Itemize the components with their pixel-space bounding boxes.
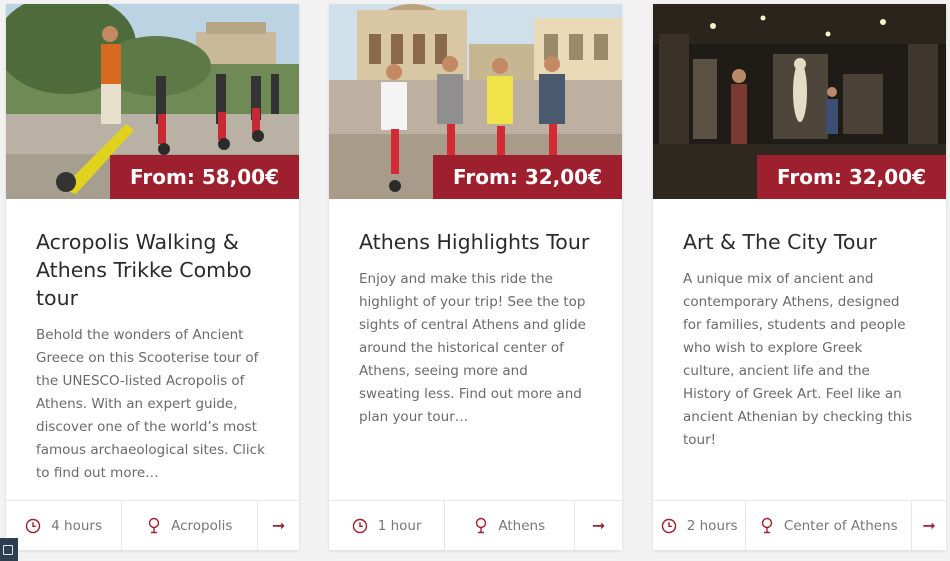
chat-widget-button[interactable] — [0, 538, 18, 561]
location-cell: Center of Athens — [746, 501, 913, 550]
arrow-right-icon: ➞ — [591, 516, 606, 535]
more-arrow-button[interactable]: ➞ — [258, 501, 299, 550]
tour-footer: 2 hours Center of Athens ➞ — [653, 500, 946, 550]
tour-description: A unique mix of ancient and contemporary… — [683, 271, 913, 448]
tour-footer: 4 hours Acropolis ➞ — [6, 500, 299, 550]
location-cell: Athens — [445, 501, 576, 550]
location-label: Athens — [498, 517, 546, 534]
price-tag: From: 32,00€ — [757, 155, 946, 199]
duration-label: 1 hour — [377, 517, 422, 534]
tour-title[interactable]: Athens Highlights Tour — [359, 228, 606, 256]
tour-photo[interactable]: From: 32,00€ — [329, 4, 622, 199]
tour-title[interactable]: Art & The City Tour — [683, 228, 930, 256]
duration-cell: 4 hours — [6, 501, 123, 550]
price-tag: From: 58,00€ — [110, 155, 299, 199]
duration-cell: 2 hours — [653, 501, 747, 550]
clock-icon — [25, 518, 41, 533]
location-label: Center of Athens — [783, 517, 898, 534]
location-cell: Acropolis — [122, 501, 259, 550]
arrow-right-icon: ➞ — [922, 516, 936, 535]
clock-icon — [352, 518, 367, 533]
more-arrow-button[interactable]: ➞ — [912, 501, 946, 550]
tour-photo[interactable]: From: 58,00€ — [6, 4, 299, 199]
location-pin-icon — [148, 517, 160, 534]
location-label: Acropolis — [171, 517, 233, 534]
tour-card: From: 58,00€ Acropolis Walking & Athens … — [6, 4, 299, 550]
chat-icon — [3, 545, 13, 555]
price-tag: From: 32,00€ — [433, 155, 622, 199]
duration-cell: 1 hour — [329, 501, 446, 550]
location-pin-icon — [761, 517, 773, 534]
more-arrow-button[interactable]: ➞ — [575, 501, 622, 550]
location-pin-icon — [476, 517, 487, 534]
tour-footer: 1 hour Athens ➞ — [329, 500, 622, 550]
tour-card: From: 32,00€ Athens Highlights Tour Enjo… — [329, 4, 622, 550]
tour-description: Enjoy and make this ride the highlight o… — [359, 271, 586, 425]
tour-title[interactable]: Acropolis Walking & Athens Trikke Combo … — [36, 228, 283, 312]
tour-description: Behold the wonders of Ancient Greece on … — [36, 327, 265, 481]
clock-icon — [661, 518, 676, 533]
duration-label: 4 hours — [51, 517, 103, 534]
tour-card: From: 32,00€ Art & The City Tour A uniqu… — [653, 4, 946, 550]
arrow-right-icon: ➞ — [271, 516, 286, 535]
tour-photo[interactable]: From: 32,00€ — [653, 4, 946, 199]
duration-label: 2 hours — [686, 517, 738, 534]
